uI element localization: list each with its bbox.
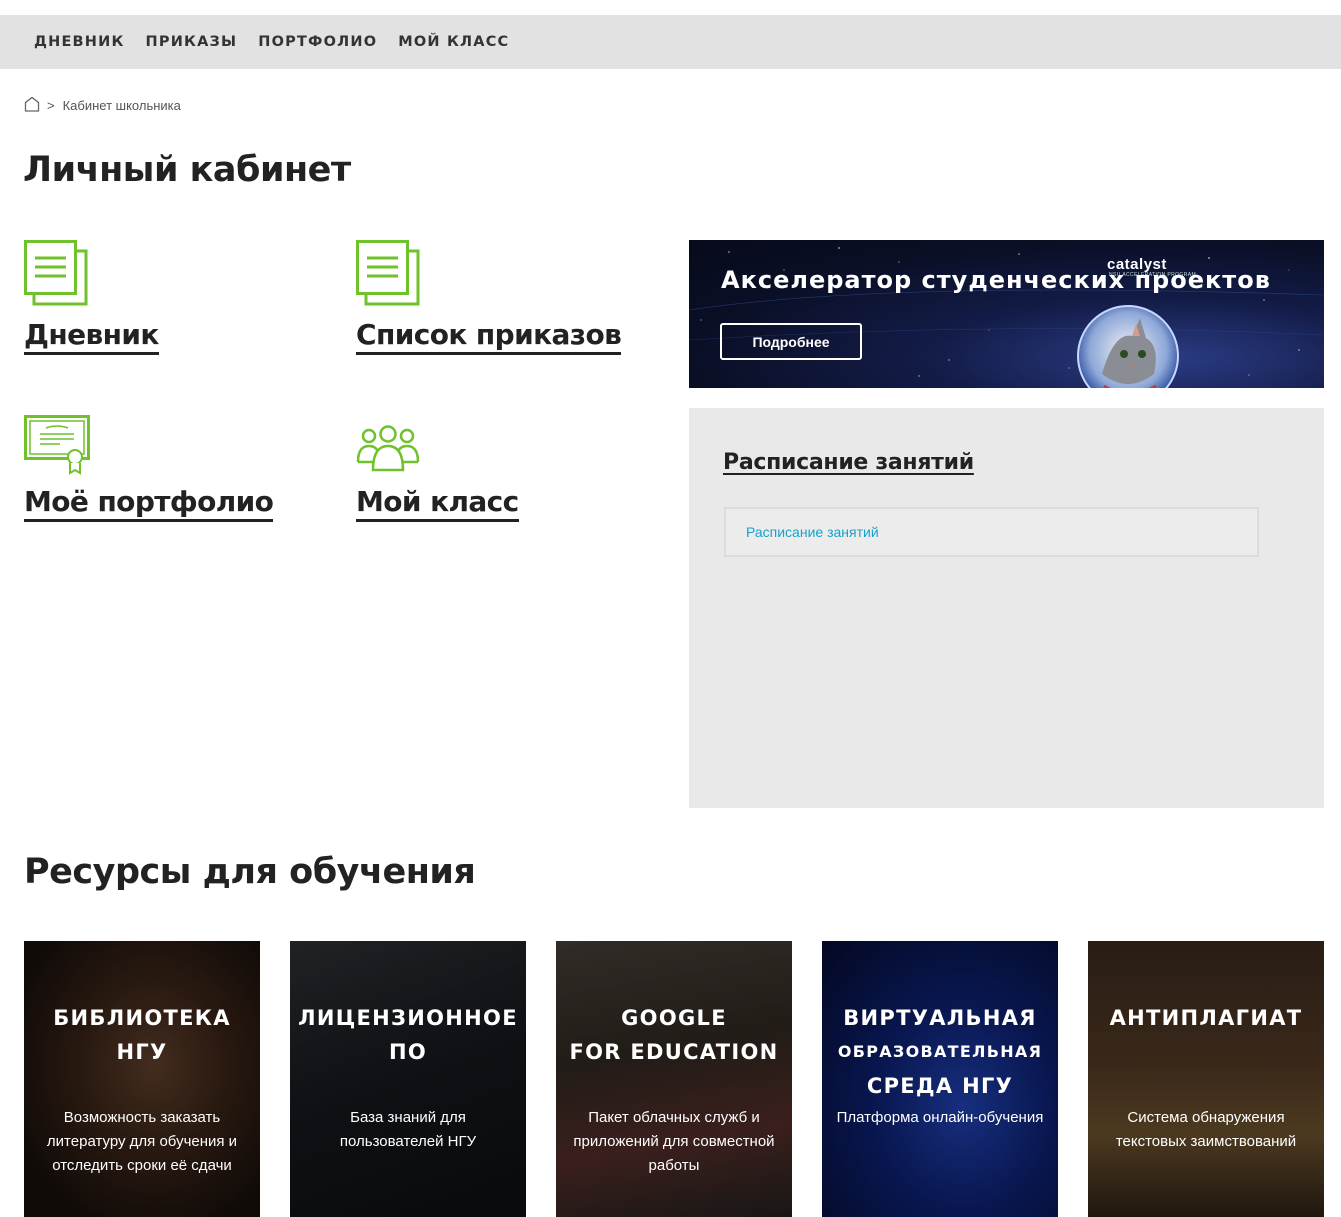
card-title-line: НГУ xyxy=(116,1040,168,1064)
card-description: Платформа онлайн-обучения xyxy=(836,1109,1044,1126)
schedule-link[interactable]: Расписание занятий xyxy=(746,524,879,540)
breadcrumb-separator: > xyxy=(47,98,55,113)
card-title-line: ПО xyxy=(388,1040,428,1064)
card-title: Библиотека НГУ xyxy=(24,1001,260,1069)
card-title-line: Лицензионное xyxy=(298,1006,518,1030)
documents-icon xyxy=(24,240,88,306)
tile-my-class-link[interactable]: Мой класс xyxy=(356,485,519,522)
banner-title: Акселератор студенческих проектов xyxy=(721,266,1271,294)
card-description: База знаний для пользователей НГУ xyxy=(339,1109,477,1150)
top-nav-bar: ДНЕВНИК ПРИКАЗЫ ПОРТФОЛИО МОЙ КЛАСС xyxy=(0,15,1341,69)
banner-more-button[interactable]: Подробнее xyxy=(720,323,862,360)
resource-card-library[interactable]: Библиотека НГУ Возможность заказать лите… xyxy=(24,941,260,1217)
cat-astronaut-image xyxy=(1077,305,1179,388)
card-description: Пакет облачных служб и приложений для со… xyxy=(573,1109,775,1174)
nav-item-my-class[interactable]: МОЙ КЛАСС xyxy=(398,34,509,50)
schedule-title-link[interactable]: Расписание занятий xyxy=(723,450,974,475)
card-title-line: Google xyxy=(621,1006,727,1030)
resource-card-antiplagiat[interactable]: Антиплагиат Система обнаружения текстовы… xyxy=(1088,941,1324,1217)
card-title: Виртуальная образовательная среда НГУ xyxy=(822,1001,1058,1103)
card-title-line: Библиотека xyxy=(53,1006,231,1030)
card-title: Google for Education xyxy=(556,1001,792,1069)
nav-item-portfolio[interactable]: ПОРТФОЛИО xyxy=(258,34,377,50)
nav-item-diary[interactable]: ДНЕВНИК xyxy=(34,34,125,50)
resources-title: Ресурсы для обучения xyxy=(24,852,476,892)
tile-orders-link[interactable]: Список приказов xyxy=(356,318,622,355)
page-title: Личный кабинет xyxy=(23,150,351,190)
card-title: Лицензионное ПО xyxy=(290,1001,526,1069)
card-overlay xyxy=(1088,941,1324,1217)
card-title-line: Антиплагиат xyxy=(1109,1006,1303,1030)
certificate-icon xyxy=(24,415,90,475)
accelerator-banner[interactable]: catalyst NSU ACCELERATION PROGRAM Акселе… xyxy=(689,240,1324,388)
tile-portfolio-link[interactable]: Моё портфолио xyxy=(24,485,274,522)
card-title: Антиплагиат xyxy=(1088,1001,1324,1035)
schedule-panel: Расписание занятий Расписание занятий xyxy=(689,408,1324,808)
card-title-line: среда НГУ xyxy=(866,1074,1014,1098)
card-title-line: Виртуальная xyxy=(843,1006,1037,1030)
resource-card-google[interactable]: Google for Education Пакет облачных служ… xyxy=(556,941,792,1217)
group-icon xyxy=(356,424,420,472)
tile-orders[interactable]: Список приказов xyxy=(356,240,622,355)
documents-icon xyxy=(356,240,420,306)
card-title-line: образовательная xyxy=(837,1042,1043,1061)
tile-diary[interactable]: Дневник xyxy=(24,240,159,355)
card-description: Возможность заказать литературу для обуч… xyxy=(46,1109,238,1174)
tile-diary-link[interactable]: Дневник xyxy=(24,318,159,355)
nav-item-orders[interactable]: ПРИКАЗЫ xyxy=(146,34,238,50)
tile-my-class[interactable]: Мой класс xyxy=(356,424,519,522)
breadcrumb-current: Кабинет школьника xyxy=(62,98,181,113)
card-overlay xyxy=(290,941,526,1217)
schedule-box: Расписание занятий xyxy=(724,507,1259,557)
home-icon[interactable] xyxy=(24,96,40,115)
resource-card-virtual-environment[interactable]: Виртуальная образовательная среда НГУ Пл… xyxy=(822,941,1058,1217)
tile-portfolio[interactable]: Моё портфолио xyxy=(24,415,274,522)
stars-background xyxy=(689,247,1324,377)
resource-card-software[interactable]: Лицензионное ПО База знаний для пользова… xyxy=(290,941,526,1217)
card-title-line: for Education xyxy=(569,1040,779,1064)
card-description: Система обнаружения текстовых заимствова… xyxy=(1115,1109,1297,1150)
breadcrumb: > Кабинет школьника xyxy=(24,96,181,115)
top-nav: ДНЕВНИК ПРИКАЗЫ ПОРТФОЛИО МОЙ КЛАСС xyxy=(34,15,509,69)
